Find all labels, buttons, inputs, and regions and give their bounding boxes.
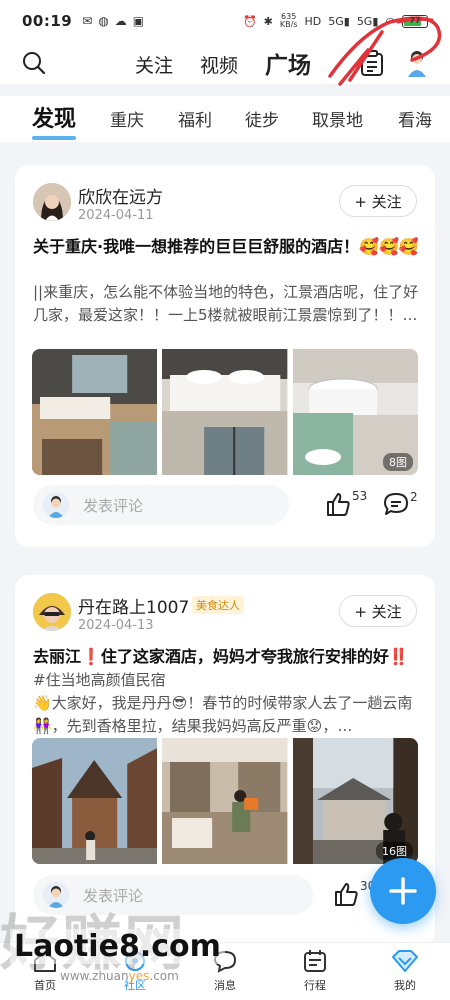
tab-square[interactable]: 广场 — [259, 46, 311, 80]
tab-following[interactable]: 关注 — [135, 51, 173, 78]
notepad-icon[interactable] — [360, 50, 384, 76]
app-icon: ▣ — [132, 14, 145, 28]
status-time: 00:19 — [22, 12, 73, 30]
post-body[interactable]: 👋大家好，我是丹丹😎！春节的时候带家人去了一趟云南👭，先到香格里拉，结果我妈妈高… — [33, 692, 425, 738]
category-welfare[interactable]: 福利 — [178, 106, 212, 131]
post-date: 2024-04-13 — [78, 618, 154, 633]
notification-icon: ✉ — [82, 14, 93, 28]
signal-icon: 5G▮ — [328, 14, 350, 28]
post-title[interactable]: 去丽江❗住了这家酒店，妈妈才夸我旅行安排的好‼️ — [33, 645, 423, 669]
bottom-nav: 首页 社区 消息 行程 我的 — [0, 942, 450, 1000]
post-photo[interactable] — [32, 349, 158, 475]
category-sea[interactable]: 看海 — [398, 106, 432, 131]
home-icon — [34, 951, 56, 972]
user-avatar-icon — [43, 882, 69, 908]
post-photo[interactable]: 8图 — [292, 349, 418, 475]
post-date: 2024-04-11 — [78, 208, 154, 223]
nav-home[interactable]: 首页 — [15, 949, 75, 993]
author-avatar[interactable] — [33, 593, 71, 631]
post-title[interactable]: 关于重庆·我唯一想推荐的巨巨巨舒服的酒店！🥰🥰🥰 — [33, 235, 423, 259]
wifi-icon: ◠ — [385, 14, 395, 28]
post-body[interactable]: ||来重庆，怎么能不体验当地的特色，江景酒店呢，住了好几家，最爱这家！！一上5楼… — [33, 281, 425, 327]
comment-placeholder: 发表评论 — [83, 886, 144, 905]
comment-input[interactable]: 发表评论 — [33, 875, 313, 915]
search-icon[interactable] — [22, 51, 46, 75]
hd-icon: HD — [304, 14, 322, 28]
author-name[interactable]: 欣欣在远方 — [78, 183, 163, 208]
bluetooth-icon: ✱ — [263, 14, 273, 28]
like-button[interactable]: 53 — [325, 489, 368, 517]
thumbs-up-icon — [335, 883, 358, 906]
top-nav: 关注 视频 广场 — [0, 42, 450, 84]
post-photo[interactable] — [32, 738, 158, 864]
alarm-icon: ⏰ — [242, 14, 257, 28]
create-post-button[interactable] — [370, 858, 436, 924]
battery-icon: 77 — [402, 14, 428, 28]
post-photo[interactable]: 16图 — [292, 738, 418, 864]
category-filming-location[interactable]: 取景地 — [312, 106, 363, 131]
author-avatar[interactable] — [33, 183, 71, 221]
category-hiking[interactable]: 徒步 — [245, 106, 279, 131]
diamond-icon — [392, 950, 418, 972]
message-bubble-icon — [213, 950, 237, 973]
nav-itinerary[interactable]: 行程 — [285, 949, 345, 993]
author-name[interactable]: 丹在路上1007 — [78, 593, 189, 618]
category-chongqing[interactable]: 重庆 — [110, 106, 144, 131]
follow-button[interactable]: + 关注 — [339, 185, 417, 217]
net-speed: 635 KB/s — [279, 12, 298, 29]
comment-count: 2 — [410, 490, 418, 504]
photo-count-badge: 16图 — [375, 842, 413, 860]
category-discover[interactable]: 发现 — [32, 101, 77, 140]
post-photo[interactable] — [162, 738, 288, 864]
comment-icon — [384, 493, 408, 515]
photo-grid[interactable]: 16图 — [32, 738, 418, 864]
photo-grid[interactable]: 8图 — [32, 349, 418, 475]
message-icon: ◍ — [98, 14, 109, 28]
comment-input[interactable]: 发表评论 — [33, 485, 289, 525]
category-tabs: 发现 重庆 福利 徒步 取景地 看海 — [0, 96, 450, 142]
status-bar: 00:19 ✉ ◍ ☁ ▣ ⏰ ✱ 635 KB/s HD 5G▮ 5G▮ ◠ … — [0, 0, 450, 42]
user-avatar-icon — [43, 492, 69, 518]
author-badge: 美食达人 — [192, 596, 244, 614]
community-icon — [125, 951, 145, 971]
comment-placeholder: 发表评论 — [83, 496, 144, 515]
post-photo[interactable] — [162, 349, 288, 475]
nav-messages[interactable]: 消息 — [195, 949, 255, 993]
plus-icon — [389, 877, 417, 905]
profile-avatar-icon[interactable] — [404, 49, 430, 79]
nav-community[interactable]: 社区 — [105, 949, 165, 993]
tab-video[interactable]: 视频 — [200, 51, 238, 78]
like-count: 53 — [352, 489, 368, 503]
follow-button[interactable]: + 关注 — [339, 595, 417, 627]
like-button[interactable]: 30 — [333, 879, 375, 907]
nav-mine[interactable]: 我的 — [375, 949, 435, 993]
post-card[interactable]: 欣欣在远方 2024-04-11 + 关注 关于重庆·我唯一想推荐的巨巨巨舒服的… — [15, 165, 435, 547]
photo-count-badge: 8图 — [382, 453, 413, 471]
post-hashtag[interactable]: #住当地高颜值民宿 — [33, 669, 166, 690]
comment-button[interactable]: 2 — [383, 490, 418, 516]
calendar-icon — [304, 950, 326, 972]
signal-icon-2: 5G▮ — [356, 14, 379, 28]
thumbs-up-icon — [327, 493, 350, 516]
wechat-icon: ☁ — [114, 14, 127, 28]
